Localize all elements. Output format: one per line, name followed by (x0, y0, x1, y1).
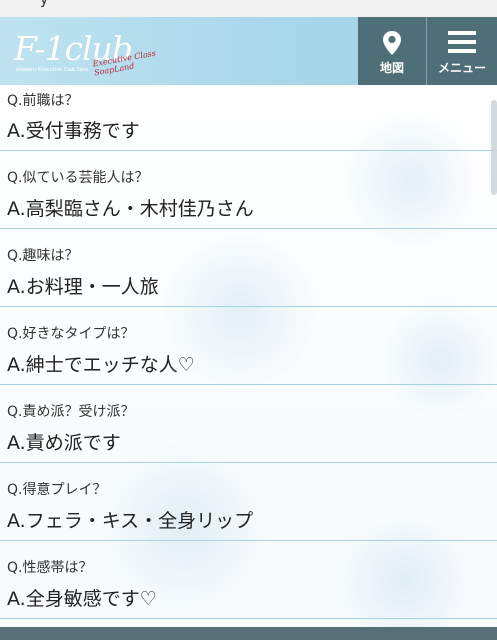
answer-text: A.紳士でエッチな人♡ (7, 354, 195, 376)
answer-text: A.お料理・一人旅 (7, 276, 159, 298)
qa-item: Q.性感帯は？ A.全身敏感です♡ (0, 541, 497, 619)
answer-text: A.フェラ・キス・全身リップ (7, 510, 254, 532)
map-button-label: 地図 (379, 61, 404, 75)
question-text: Q.性感帯は？ (7, 560, 93, 576)
map-button[interactable]: 地図 (358, 17, 426, 85)
map-pin-icon (382, 30, 402, 60)
qa-item: Q.前職は？ A.受付事務です (0, 85, 497, 151)
site-logo[interactable]: F-1club shabaru Executive Club Sara Exec… (10, 27, 160, 77)
question-text: Q.得意プレイ？ (7, 482, 107, 498)
question-text: Q.似ている芸能人は？ (7, 170, 149, 186)
menu-button-label: メニュー (437, 61, 486, 75)
qa-list: Q.前職は？ A.受付事務です Q.似ている芸能人は？ A.高梨臨さん・木村佳乃… (0, 85, 497, 619)
qa-item: Q.得意プレイ？ A.フェラ・キス・全身リップ (0, 463, 497, 541)
logo-subtitle: shabaru Executive Club Sara (16, 67, 88, 73)
menu-button[interactable]: メニュー (427, 17, 497, 85)
question-text: Q.好きなタイプは？ (7, 326, 135, 342)
page: y F-1club shabaru Executive Club Sara Ex… (0, 0, 497, 640)
header: F-1club shabaru Executive Club Sara Exec… (0, 17, 497, 85)
qa-item: Q.好きなタイプは？ A.紳士でエッチな人♡ (0, 307, 497, 385)
question-text: Q.前職は？ (7, 93, 79, 109)
bottom-bar (0, 627, 497, 640)
question-text: Q.趣味は？ (7, 248, 79, 264)
answer-text: A.責め派です (7, 432, 121, 454)
question-text: Q.責め派？受け派？ (7, 404, 135, 420)
qa-item: Q.似ている芸能人は？ A.高梨臨さん・木村佳乃さん (0, 151, 497, 229)
scrollbar-thumb[interactable] (491, 100, 497, 195)
top-strip: y (0, 0, 497, 17)
answer-text: A.受付事務です (7, 120, 140, 142)
qa-item: Q.責め派？受け派？ A.責め派です (0, 385, 497, 463)
answer-text: A.全身敏感です♡ (7, 588, 157, 610)
qa-item: Q.趣味は？ A.お料理・一人旅 (0, 229, 497, 307)
hamburger-menu-icon (448, 31, 476, 57)
top-strip-text: y (40, 0, 49, 8)
answer-text: A.高梨臨さん・木村佳乃さん (7, 198, 254, 220)
